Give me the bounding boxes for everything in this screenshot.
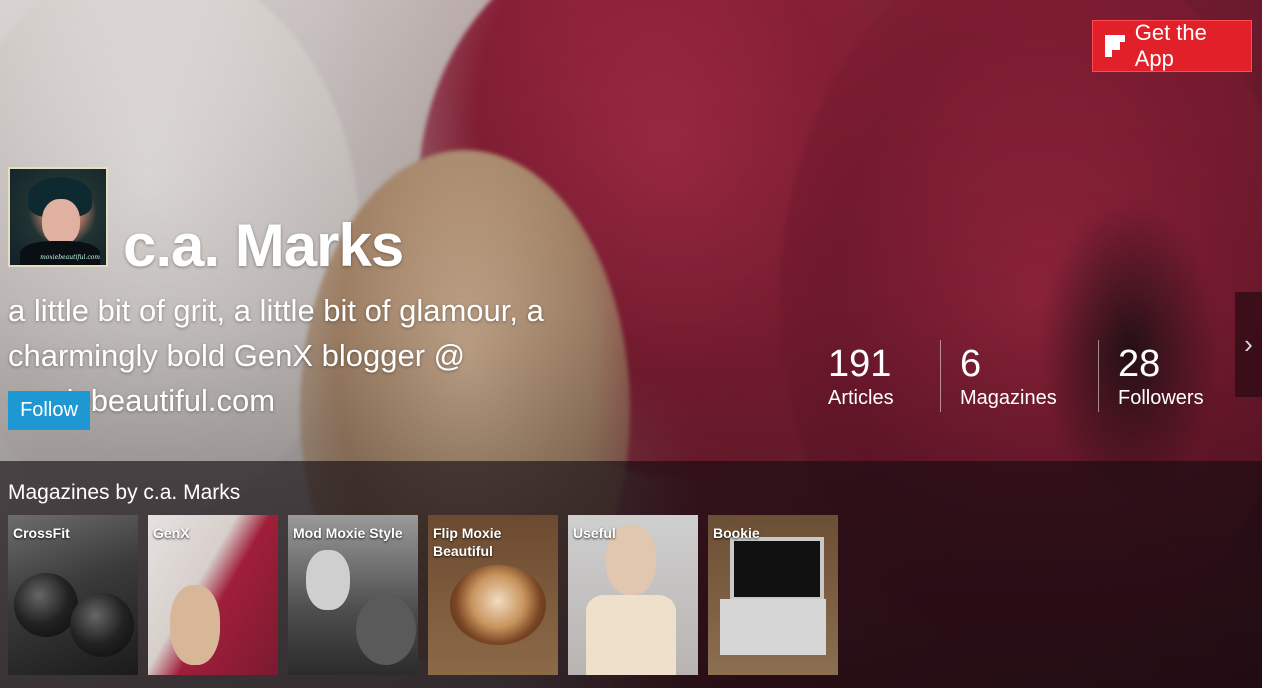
stat-magazines-value: 6 <box>960 343 982 385</box>
magazine-tile-label: Flip Moxie Beautiful <box>433 525 502 559</box>
flipboard-icon <box>1105 35 1127 57</box>
magazine-list: CrossFit GenX Mod Moxie Style Flip Moxie… <box>8 515 838 675</box>
profile-bio: a little bit of grit, a little bit of gl… <box>8 293 544 418</box>
stat-followers[interactable]: 28 Followers <box>1098 340 1218 412</box>
stat-articles[interactable]: 191 Articles <box>828 340 940 412</box>
stat-articles-value: 191 <box>828 343 892 385</box>
stat-followers-label: Followers <box>1118 387 1204 409</box>
magazines-section: Magazines by c.a. Marks CrossFit GenX Mo… <box>0 461 1262 688</box>
get-the-app-label: Get the App <box>1134 20 1207 71</box>
next-arrow-button[interactable]: › <box>1235 292 1262 397</box>
magazine-cover-image <box>170 585 220 665</box>
profile-name: c.a. Marks <box>123 212 404 279</box>
magazine-tile-label: Useful <box>573 525 616 541</box>
magazine-cover-image <box>356 595 416 665</box>
magazine-tile-mod-moxie-style[interactable]: Mod Moxie Style <box>288 515 418 675</box>
stat-magazines-label: Magazines <box>960 387 1057 409</box>
profile-stats: 191 Articles 6 Magazines 28 Followers <box>828 340 1218 412</box>
stat-magazines[interactable]: 6 Magazines <box>940 340 1098 412</box>
laptop-image <box>730 537 824 601</box>
follow-button[interactable]: Follow <box>8 391 90 430</box>
avatar-signature: moxiebeautiful.com <box>40 254 100 261</box>
kettlebell-image <box>70 593 134 657</box>
avatar: moxiebeautiful.com <box>8 167 108 267</box>
stat-articles-label: Articles <box>828 387 894 409</box>
magazine-tile-label: CrossFit <box>13 525 70 541</box>
magazine-tile-bookie[interactable]: Bookie <box>708 515 838 675</box>
magazine-tile-crossfit[interactable]: CrossFit <box>8 515 138 675</box>
magazine-tile-label: Mod Moxie Style <box>293 525 403 541</box>
laptop-keyboard-image <box>720 599 826 655</box>
chevron-right-icon: › <box>1244 329 1253 359</box>
avatar-face <box>42 199 80 245</box>
get-the-app-button[interactable]: Get the App <box>1092 20 1252 72</box>
magazine-cover-image <box>586 595 676 675</box>
magazine-tile-flip-moxie-beautiful[interactable]: Flip Moxie Beautiful <box>428 515 558 675</box>
magazine-tile-genx[interactable]: GenX <box>148 515 278 675</box>
magazine-tile-useful[interactable]: Useful <box>568 515 698 675</box>
magazine-tile-label: Bookie <box>713 525 760 541</box>
stat-followers-value: 28 <box>1118 343 1161 385</box>
magazine-cover-image <box>306 550 350 610</box>
kettlebell-image <box>14 573 78 637</box>
coffee-cup-image <box>450 565 546 645</box>
magazines-title: Magazines by c.a. Marks <box>8 481 241 504</box>
magazine-tile-label: GenX <box>153 525 190 541</box>
